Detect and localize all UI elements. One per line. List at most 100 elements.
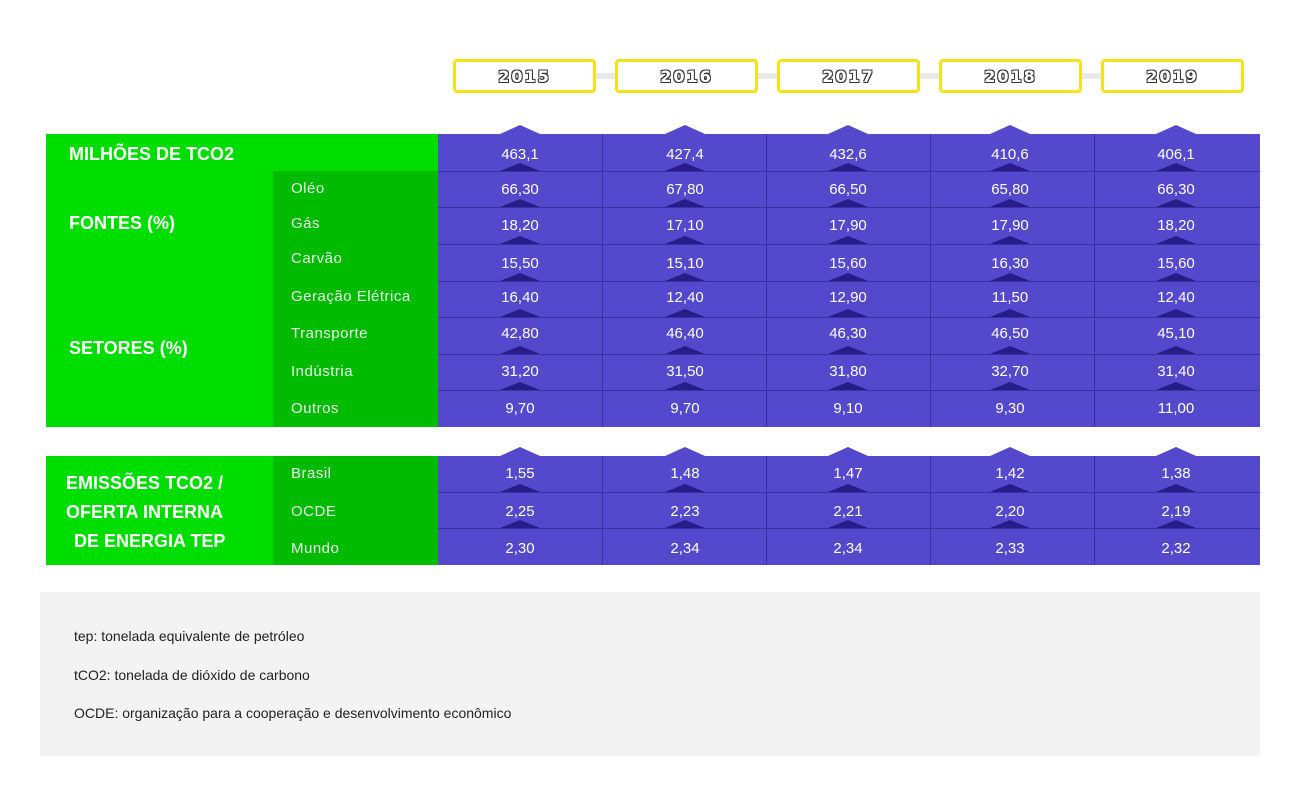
row-arrow-icon [828,520,868,528]
row-arrow-icon [990,273,1030,281]
table-cell: 17,10 [666,217,704,234]
table-cell: 45,10 [1157,325,1195,342]
table-cell: 1,42 [995,465,1025,482]
row-arrow-icon [990,199,1030,207]
row-arrow-icon [665,236,705,244]
column-hat-arrow [1156,447,1196,456]
milhoes-label: MILHÕES DE TCO2 [69,144,235,164]
row-label-outros: Outros [291,400,340,417]
table-cell: 15,50 [501,255,539,272]
table-col-divider [766,456,767,565]
table-cell: 31,20 [501,363,539,380]
row-arrow-icon [990,163,1030,171]
table-cell: 9,10 [833,400,863,417]
table-cell: 1,47 [833,465,863,482]
note-tep: tep: tonelada equivalente de petróleo [74,628,305,644]
table-cell: 66,30 [1157,181,1195,198]
column-hat-arrow [990,447,1030,456]
row-label-mundo: Mundo [291,540,340,557]
table-cell: 17,90 [991,217,1029,234]
row-arrow-icon [828,309,868,317]
table-row-divider [438,171,1260,172]
row-arrow-icon [1156,382,1196,390]
column-hat-arrow [990,125,1030,134]
row-arrow-icon [665,273,705,281]
row-arrow-icon [665,520,705,528]
table-col-divider [1094,456,1095,565]
row-arrow-icon [990,484,1030,492]
table-col-divider [602,456,603,565]
table-cell: 12,90 [829,289,867,306]
table-row-divider [438,281,1260,282]
note-tco2: tCO2: tonelada de dióxido de carbono [74,667,310,683]
row-arrow-icon [500,309,540,317]
column-hat-arrow [500,125,540,134]
row-arrow-icon [1156,163,1196,171]
table-row-divider [438,492,1260,493]
table-row-divider [438,244,1260,245]
emissoes-label-line-1: EMISSÕES TCO2 / [66,473,224,493]
table-cell: 463,1 [501,146,539,163]
table-cell: 2,21 [833,503,863,520]
table-cell: 15,60 [1157,255,1195,272]
table-col-divider [1094,134,1095,427]
row-label-geracao: Geração Elétrica [291,288,411,305]
row-arrow-icon [665,199,705,207]
table-cell: 42,80 [501,325,539,342]
table-cell: 11,00 [1157,400,1195,417]
table-cell: 17,90 [829,217,867,234]
table-cell: 15,10 [666,255,704,272]
row-arrow-icon [500,382,540,390]
row-arrow-icon [1156,236,1196,244]
table-cell: 46,40 [666,325,704,342]
row-arrow-icon [500,484,540,492]
row-label-transporte: Transporte [291,325,368,342]
table-cell: 9,70 [670,400,700,417]
column-hat-arrow [1156,125,1196,134]
row-arrow-icon [828,382,868,390]
table-cell: 16,40 [501,289,539,306]
row-arrow-icon [1156,309,1196,317]
table-cell: 15,60 [829,255,867,272]
table-cell: 31,50 [666,363,704,380]
row-arrow-icon [828,199,868,207]
table-cell: 2,32 [1161,540,1191,557]
table-cell: 11,50 [991,289,1029,306]
row-arrow-icon [665,346,705,354]
table-cell: 18,20 [1157,217,1195,234]
table-cell: 66,30 [501,181,539,198]
year-header: 2016 [615,59,758,93]
table-cell: 1,38 [1161,465,1191,482]
table-cell: 12,40 [1157,289,1195,306]
row-arrow-icon [1156,199,1196,207]
table-row-divider [438,354,1260,355]
note-ocde: OCDE: organização para a cooperação e de… [74,705,512,721]
table-cell: 12,40 [666,289,704,306]
table-cell: 1,48 [670,465,700,482]
table-cell: 31,80 [829,363,867,380]
year-header: 2018 [939,59,1082,93]
table-cell: 2,23 [670,503,700,520]
year-header: 2019 [1101,59,1244,93]
table-row-divider [438,207,1260,208]
column-hat-arrow [500,447,540,456]
table-col-divider [602,134,603,427]
table-cell: 46,30 [829,325,867,342]
row-arrow-icon [990,382,1030,390]
row-arrow-icon [500,273,540,281]
row-arrow-icon [500,199,540,207]
fontes-label: FONTES (%) [69,213,175,233]
row-arrow-icon [500,346,540,354]
row-arrow-icon [665,382,705,390]
row-label-gas: Gás [291,215,321,232]
emissoes-label-line-3: DE ENERGIA TEP [74,531,226,551]
row-label-oleo: Oléo [291,180,325,197]
row-arrow-icon [990,309,1030,317]
row-label-brasil: Brasil [291,465,332,482]
year-header: 2015 [453,59,596,93]
row-label-industria: Indústria [291,363,354,380]
column-hat-arrow [828,125,868,134]
table-cell: 2,34 [670,540,700,557]
row-arrow-icon [990,520,1030,528]
table-cell: 67,80 [666,181,704,198]
